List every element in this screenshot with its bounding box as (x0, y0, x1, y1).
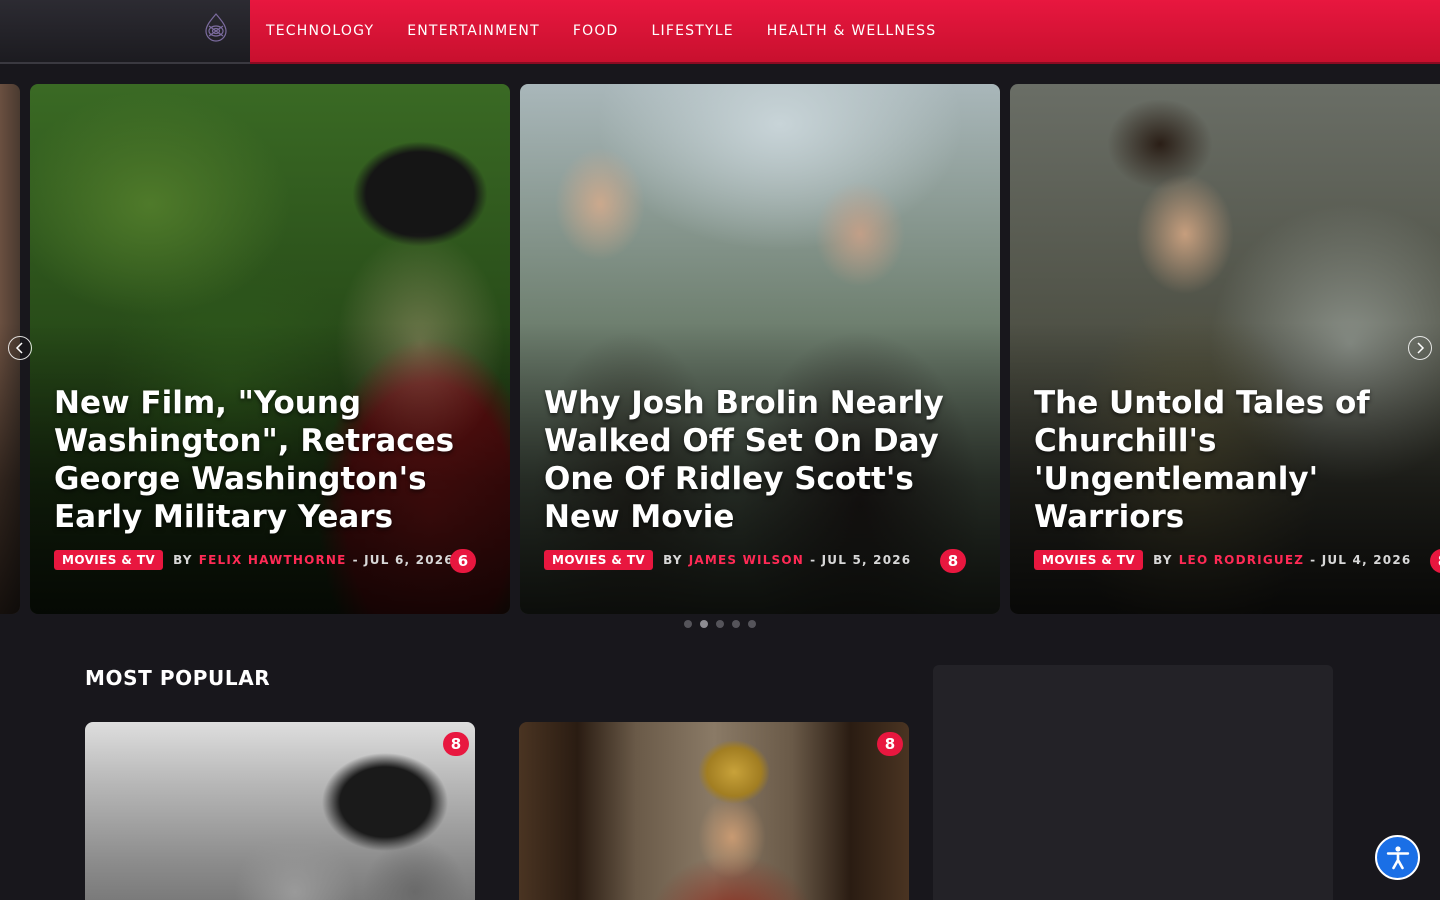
popular-card[interactable]: 8 (85, 722, 475, 900)
slide-card[interactable]: New Film, "Young Washington", Retraces G… (30, 84, 510, 614)
slider-dot[interactable] (748, 620, 756, 628)
slider-prev-button[interactable] (8, 336, 32, 360)
publish-date: - JUL 6, 2026 (352, 553, 454, 567)
slide-title[interactable]: New Film, "Young Washington", Retraces G… (54, 384, 486, 536)
byline-prefix: BY (1153, 553, 1173, 567)
site-header: TECHNOLOGY ENTERTAINMENT FOOD LIFESTYLE … (0, 0, 1440, 64)
slider-dot[interactable] (684, 620, 692, 628)
comment-count-badge[interactable]: 6 (450, 549, 476, 573)
comment-count-badge[interactable]: 8 (940, 549, 966, 573)
slide-title[interactable]: The Untold Tales of Churchill's 'Ungentl… (1034, 384, 1440, 536)
nav-food[interactable]: FOOD (573, 23, 619, 39)
chevron-left-icon (15, 342, 23, 354)
author-link[interactable]: LEO RODRIGUEZ (1179, 553, 1304, 567)
publish-date: - JUL 4, 2026 (1310, 553, 1412, 567)
popular-card[interactable]: 8 (519, 722, 909, 900)
popular-card-image (519, 722, 909, 900)
slide-title[interactable]: Why Josh Brolin Nearly Walked Off Set On… (544, 384, 976, 536)
popular-card-image (85, 722, 475, 900)
category-badge[interactable]: MOVIES & TV (1034, 550, 1144, 570)
chevron-right-icon (1417, 342, 1425, 354)
nav-health-wellness[interactable]: HEALTH & WELLNESS (767, 23, 937, 39)
byline-prefix: BY (663, 553, 683, 567)
slide-card[interactable]: The Untold Tales of Churchill's 'Ungentl… (1010, 84, 1440, 614)
slider-dot[interactable] (716, 620, 724, 628)
comment-count-badge[interactable]: 8 (443, 732, 469, 756)
category-badge[interactable]: MOVIES & TV (544, 550, 654, 570)
logo-icon[interactable] (200, 12, 232, 44)
slider-next-button[interactable] (1408, 336, 1432, 360)
accessibility-icon (1386, 845, 1409, 869)
publish-date: - JUL 5, 2026 (810, 553, 912, 567)
author-link[interactable]: FELIX HAWTHORNE (199, 553, 347, 567)
slider-dots (684, 620, 756, 628)
category-badge[interactable]: MOVIES & TV (54, 550, 164, 570)
sidebar-ad-placeholder (933, 665, 1333, 900)
slide-meta: MOVIES & TV BY LEO RODRIGUEZ - JUL 4, 20… (1034, 549, 1411, 571)
nav-entertainment[interactable]: ENTERTAINMENT (407, 23, 540, 39)
main-nav: TECHNOLOGY ENTERTAINMENT FOOD LIFESTYLE … (250, 0, 1440, 64)
slider-dot[interactable] (700, 620, 708, 628)
nav-lifestyle[interactable]: LIFESTYLE (652, 23, 734, 39)
accessibility-button[interactable] (1375, 835, 1420, 880)
author-link[interactable]: JAMES WILSON (689, 553, 804, 567)
slide-meta: MOVIES & TV BY JAMES WILSON - JUL 5, 202… (544, 549, 911, 571)
slide-card[interactable]: Why Josh Brolin Nearly Walked Off Set On… (520, 84, 1000, 614)
slide-meta: MOVIES & TV BY FELIX HAWTHORNE - JUL 6, … (54, 549, 454, 571)
featured-slider: New Film, "Young Washington", Retraces G… (0, 84, 1440, 614)
nav-technology[interactable]: TECHNOLOGY (266, 23, 374, 39)
comment-count-badge[interactable]: 8 (877, 732, 903, 756)
slider-dot[interactable] (732, 620, 740, 628)
byline-prefix: BY (173, 553, 193, 567)
brand-area (0, 0, 250, 64)
section-title: MOST POPULAR (85, 666, 271, 690)
